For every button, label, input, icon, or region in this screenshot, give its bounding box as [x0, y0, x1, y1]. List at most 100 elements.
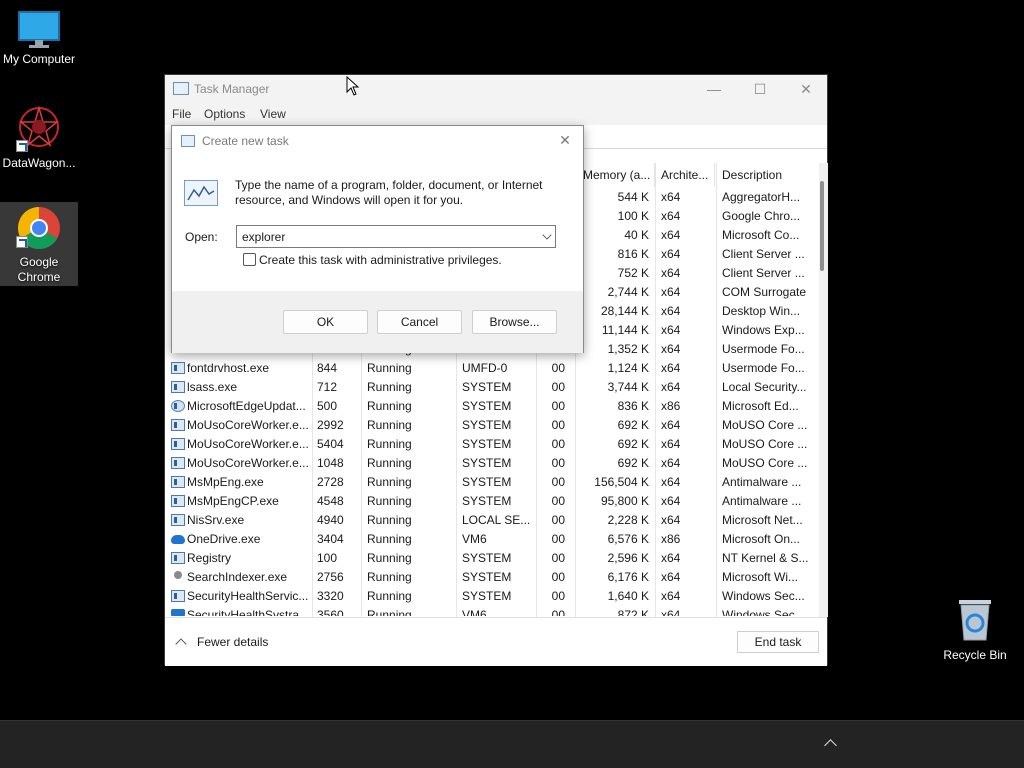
table-row[interactable]: MoUsoCoreWorker.e... 1048 Running SYSTEM 00 6… [165, 454, 819, 473]
cancel-button[interactable]: Cancel [377, 310, 462, 334]
process-mem: 100 K [617, 209, 649, 223]
process-arch: x64 [661, 380, 681, 394]
process-status: Running [367, 380, 412, 394]
admin-privileges-checkbox[interactable] [243, 253, 256, 266]
open-input-value[interactable]: explorer [242, 230, 285, 244]
process-arch: x64 [661, 551, 681, 565]
process-name: Registry [187, 551, 232, 565]
desktop-icon-google-chrome[interactable]: Google Chrome [0, 202, 78, 286]
process-arch: x64 [661, 437, 681, 451]
process-name: MoUsoCoreWorker.e... [187, 437, 309, 451]
process-user: SYSTEM [462, 570, 512, 584]
mouse-cursor-icon [346, 76, 360, 96]
recycle-bin-label: Recycle Bin [943, 648, 1007, 662]
create-new-task-dialog[interactable]: Create new task ✕ Type the name of a pro… [171, 125, 584, 353]
footer: Fewer details End task [165, 617, 827, 666]
process-name: MsMpEngCP.exe [187, 494, 279, 508]
chevron-up-icon [175, 638, 187, 650]
process-status: Running [367, 570, 412, 584]
process-name: MsMpEng.exe [187, 475, 264, 489]
table-row[interactable]: MoUsoCoreWorker.e... 2992 Running SYSTEM 00 6… [165, 416, 819, 435]
table-row[interactable]: OneDrive.exe 3404 Running VM6 00 6,576 K x86 Mi… [165, 530, 819, 549]
browse-button[interactable]: Browse... [472, 310, 557, 334]
desktop-icon-label: Google Chrome [17, 255, 61, 284]
desktop-icon-datawagon[interactable]: DataWagon... [0, 104, 78, 176]
menu-file[interactable]: File [172, 107, 191, 121]
process-mem: 752 K [617, 266, 649, 280]
process-arch: x64 [661, 190, 681, 204]
process-user: SYSTEM [462, 551, 512, 565]
desktop-icon-label: DataWagon... [2, 156, 76, 170]
column-header-description[interactable]: Description [718, 163, 816, 187]
process-app-icon [171, 552, 185, 564]
desktop-icon-my-computer[interactable]: My Computer [0, 6, 78, 76]
table-row[interactable]: MicrosoftEdgeUpdat... 500 Running SYSTEM 00 8… [165, 397, 819, 416]
process-name: SecurityHealthSystra... [187, 608, 310, 616]
table-row[interactable]: SecurityHealthSystra... 3560 Running VM6 00 8… [165, 606, 819, 616]
process-arch: x64 [661, 209, 681, 223]
process-arch: x64 [661, 456, 681, 470]
process-mem: 692 K [617, 418, 649, 432]
close-button[interactable]: ✕ [783, 75, 829, 103]
process-mem: 2,596 K [607, 551, 649, 565]
table-row[interactable]: SecurityHealthServic... 3320 Running SYSTEM… [165, 587, 819, 606]
table-row[interactable]: lsass.exe 712 Running SYSTEM 00 3,744 K x64 Loc… [165, 378, 819, 397]
table-row[interactable]: MsMpEngCP.exe 4548 Running SYSTEM 00 95,800 K… [165, 492, 819, 511]
menu-options[interactable]: Options [204, 107, 245, 121]
process-name: fontdrvhost.exe [187, 361, 270, 375]
process-status: Running [367, 551, 412, 565]
maximize-button[interactable]: ☐ [737, 75, 783, 103]
process-pid: 500 [317, 399, 338, 413]
process-desc: Microsoft Net... [722, 513, 803, 527]
process-pid: 4548 [317, 494, 344, 508]
process-app-icon [171, 495, 185, 507]
process-status: Running [367, 361, 412, 375]
column-header-memory[interactable]: Memory (a... [579, 163, 655, 187]
scrollbar-thumb[interactable] [820, 181, 824, 271]
process-mem: 2,228 K [607, 513, 649, 527]
dialog-title: Create new task [202, 134, 289, 148]
process-status: Running [367, 589, 412, 603]
table-row[interactable]: Registry 100 Running SYSTEM 00 2,596 K x64 NT K… [165, 549, 819, 568]
open-combobox[interactable]: explorer [236, 225, 556, 248]
process-mem: 1,640 K [607, 589, 649, 603]
process-mem: 40 K [624, 228, 649, 242]
column-header-architecture[interactable]: Archite... [657, 163, 715, 187]
process-desc: Microsoft On... [722, 532, 801, 546]
process-cpu: 00 [551, 418, 565, 432]
process-pid: 100 [317, 551, 338, 565]
table-row[interactable]: NisSrv.exe 4940 Running LOCAL SE... 00 2,228 … [165, 511, 819, 530]
end-task-button[interactable]: End task [737, 631, 819, 653]
title-bar[interactable]: Task Manager — ☐ ✕ [165, 75, 827, 103]
process-name: lsass.exe [187, 380, 238, 394]
process-arch: x64 [661, 589, 681, 603]
desktop-icon-recycle-bin[interactable]: Recycle Bin [940, 598, 1010, 662]
minimize-button[interactable]: — [691, 75, 737, 103]
show-hidden-icons-chevron-icon[interactable] [824, 739, 837, 752]
ok-button[interactable]: OK [283, 310, 368, 334]
dialog-close-button[interactable]: ✕ [555, 130, 575, 150]
process-status: Running [367, 608, 412, 616]
open-label: Open: [185, 230, 218, 244]
admin-privileges-label[interactable]: Create this task with administrative pri… [259, 253, 502, 267]
process-name: SearchIndexer.exe [187, 570, 288, 584]
fewer-details-button[interactable]: Fewer details [175, 635, 268, 650]
task-manager-icon [173, 82, 189, 95]
table-row[interactable]: fontdrvhost.exe 844 Running UMFD-0 00 1,124 K… [165, 359, 819, 378]
process-desc: Windows Sec... [722, 589, 805, 603]
vertical-scrollbar[interactable] [819, 163, 828, 617]
table-row[interactable]: SearchIndexer.exe 2756 Running SYSTEM 00 6,17… [165, 568, 819, 587]
process-cpu: 00 [551, 608, 565, 616]
process-user: SYSTEM [462, 475, 512, 489]
table-row[interactable]: MsMpEng.exe 2728 Running SYSTEM 00 156,504 K x… [165, 473, 819, 492]
table-row[interactable]: MoUsoCoreWorker.e... 5404 Running SYSTEM 00 6… [165, 435, 819, 454]
chevron-down-icon[interactable] [542, 230, 552, 240]
menu-bar: File Options View [165, 103, 827, 125]
process-arch: x64 [661, 513, 681, 527]
recycle-bin-icon [959, 600, 991, 641]
process-desc: Microsoft Ed... [722, 399, 799, 413]
menu-view[interactable]: View [260, 107, 286, 121]
process-cpu: 00 [551, 589, 565, 603]
dialog-title-bar[interactable]: Create new task ✕ [172, 126, 583, 156]
process-name: OneDrive.exe [187, 532, 261, 546]
